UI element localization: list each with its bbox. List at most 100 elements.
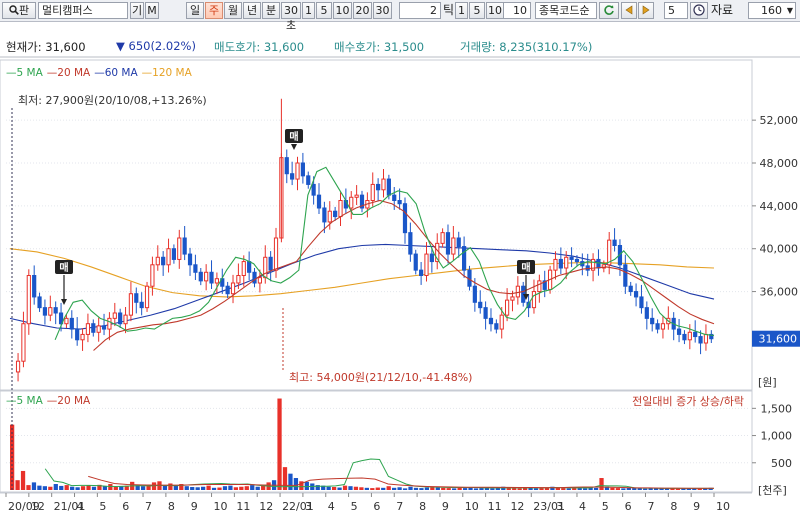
volume-bar bbox=[452, 488, 457, 490]
chevron-down-icon: ▼ bbox=[786, 6, 793, 15]
prev-button[interactable] bbox=[621, 2, 637, 19]
candle-body bbox=[15, 360, 21, 373]
period-button-5[interactable]: 30초 bbox=[281, 2, 301, 32]
volume-bar bbox=[517, 488, 522, 490]
buy-marker-label: 매 bbox=[59, 261, 68, 274]
step-count-input[interactable]: 5 bbox=[664, 2, 688, 19]
period-button-2[interactable]: 월 bbox=[224, 2, 242, 19]
volume-bar bbox=[201, 486, 206, 490]
chart-grid bbox=[6, 119, 750, 464]
tick-label: 틱 bbox=[443, 3, 455, 17]
volume-bar bbox=[42, 486, 48, 490]
buy-marker-label: 매 bbox=[289, 130, 298, 143]
volume-bar bbox=[157, 481, 162, 490]
candle-body bbox=[80, 333, 85, 341]
x-tick-label: 9 bbox=[693, 500, 700, 513]
period-button-8[interactable]: 10 bbox=[333, 2, 352, 19]
candle-body bbox=[504, 299, 510, 316]
triangle-right-icon bbox=[642, 5, 650, 15]
triangle-left-icon bbox=[625, 5, 633, 15]
candle-body bbox=[161, 256, 166, 266]
volume-bar bbox=[441, 487, 446, 490]
tick-button-0[interactable]: 1 bbox=[455, 2, 468, 19]
volume-bar bbox=[506, 487, 511, 490]
ma5-polyline bbox=[54, 166, 715, 340]
stock-search-button[interactable]: 판 bbox=[2, 2, 36, 19]
volume-bar bbox=[670, 488, 675, 490]
volume-bar bbox=[550, 486, 555, 490]
period-button-7[interactable]: 5 bbox=[316, 2, 332, 19]
period-button-6[interactable]: 1 bbox=[302, 2, 315, 19]
period-button-1[interactable]: 주 bbox=[205, 2, 223, 19]
m-button[interactable]: M bbox=[145, 2, 159, 19]
candle-body bbox=[413, 253, 418, 271]
volume-bar bbox=[140, 486, 146, 490]
volume-bars bbox=[10, 398, 713, 490]
stock-name-input[interactable]: 멀티캠퍼스 bbox=[38, 2, 128, 19]
candle-body bbox=[542, 280, 547, 290]
volume-bar bbox=[184, 486, 189, 490]
price-legend-item-2: —60 MA bbox=[94, 67, 138, 79]
volume-bar bbox=[162, 485, 168, 490]
x-tick-label: 7 bbox=[396, 500, 403, 513]
clock-icon bbox=[693, 4, 705, 16]
current-price-text: 31,600 bbox=[759, 333, 798, 346]
candle-body bbox=[590, 258, 596, 271]
tick-count-input[interactable]: 10 bbox=[503, 2, 531, 19]
period-button-4[interactable]: 분 bbox=[262, 2, 280, 19]
candle-body bbox=[311, 183, 316, 196]
period-button-10[interactable]: 30 bbox=[373, 2, 392, 19]
x-tick-label: 11 bbox=[488, 500, 502, 513]
candle-body bbox=[547, 269, 553, 290]
clock-button[interactable] bbox=[690, 2, 708, 19]
period-button-0[interactable]: 일 bbox=[186, 2, 204, 19]
volume-bar bbox=[681, 488, 686, 490]
candle-body bbox=[123, 314, 128, 325]
volume-bar bbox=[119, 486, 124, 490]
code-order-select[interactable]: 종목코드순 bbox=[535, 2, 597, 19]
volume-bar bbox=[277, 398, 282, 490]
next-button[interactable] bbox=[638, 2, 654, 19]
volume-bar bbox=[59, 485, 64, 490]
period-button-3[interactable]: 년 bbox=[243, 2, 261, 19]
period-button-9[interactable]: 20 bbox=[353, 2, 372, 19]
volume-bar bbox=[583, 488, 588, 490]
tick-value-input[interactable]: 2 bbox=[399, 2, 441, 19]
x-tick-label: 12 bbox=[510, 500, 524, 513]
data-count-select[interactable]: 160 ▼ bbox=[748, 2, 796, 19]
refresh-button[interactable] bbox=[599, 2, 619, 19]
low-price-annotation: 최저: 27,900원(20/10/08,+13.26%) bbox=[18, 94, 207, 107]
candle-body bbox=[408, 232, 413, 255]
candle-body bbox=[295, 162, 300, 180]
volume-bar bbox=[539, 488, 544, 490]
candle-body bbox=[263, 256, 268, 279]
volume-bar bbox=[130, 481, 135, 490]
candle-body bbox=[107, 317, 112, 330]
x-tick-label: 10 bbox=[465, 500, 479, 513]
price-tick-label: 44,000 bbox=[760, 200, 799, 213]
volume-bar bbox=[135, 485, 140, 490]
candle-body bbox=[596, 258, 601, 269]
volume-bar bbox=[293, 478, 299, 490]
candle-body bbox=[204, 271, 209, 282]
volume-tick-label: 500 bbox=[771, 457, 792, 470]
volume-bar bbox=[593, 487, 599, 490]
tick-button-1[interactable]: 5 bbox=[469, 2, 485, 19]
x-tick-label: 3 bbox=[556, 500, 563, 513]
volume-bar bbox=[577, 488, 582, 490]
volume-panel-frame bbox=[0, 390, 753, 493]
x-tick-label: 5 bbox=[602, 500, 609, 513]
tick-button-2[interactable]: 10 bbox=[486, 2, 504, 19]
volume-bar bbox=[599, 478, 604, 490]
x-tick-label: 12 bbox=[31, 500, 45, 513]
price-legend-item-3: —120 MA bbox=[141, 67, 192, 79]
volume-bar bbox=[321, 485, 326, 490]
candle-body bbox=[198, 271, 203, 282]
candle-body bbox=[419, 269, 424, 276]
gi-button[interactable]: 기 bbox=[130, 2, 144, 19]
volume-bar bbox=[244, 486, 249, 490]
candle-body bbox=[569, 256, 574, 260]
volume-bar bbox=[615, 488, 621, 490]
candle-body bbox=[392, 194, 397, 201]
candle-body bbox=[300, 162, 305, 177]
